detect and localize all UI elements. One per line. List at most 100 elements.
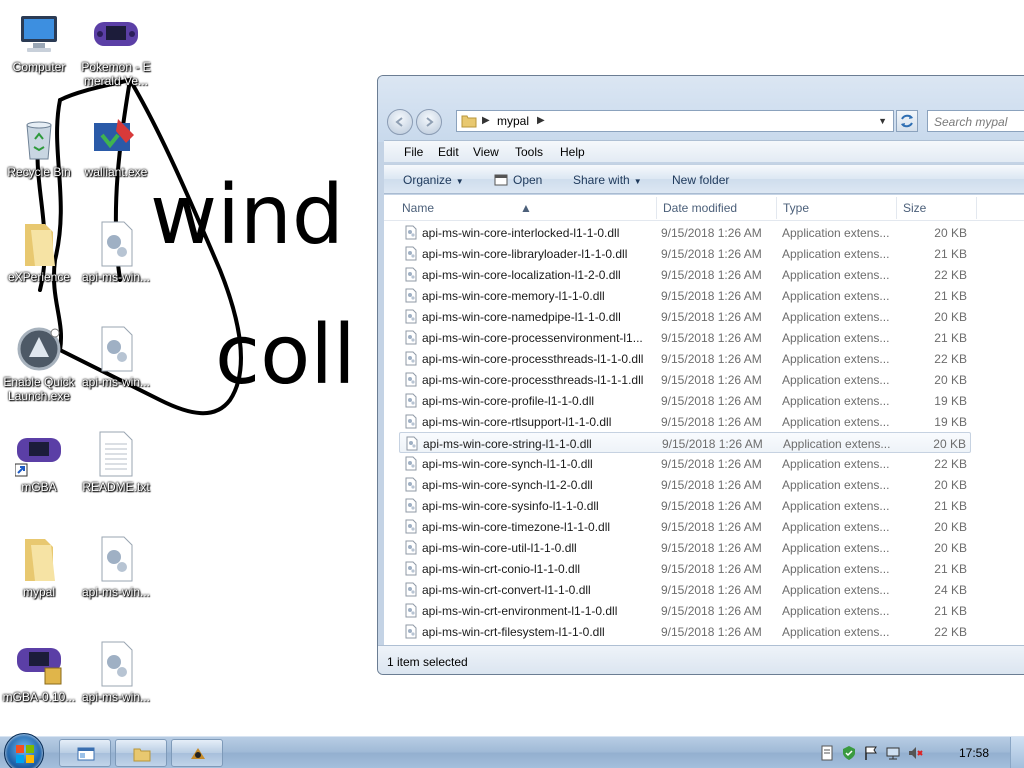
- table-row[interactable]: api-ms-win-core-memory-l1-1-0.dll 9/15/20…: [399, 285, 971, 306]
- table-row[interactable]: api-ms-win-core-processthreads-l1-1-1.dl…: [399, 369, 971, 390]
- open-button[interactable]: Open: [494, 173, 542, 187]
- table-row[interactable]: api-ms-win-core-util-l1-1-0.dll 9/15/2018…: [399, 537, 971, 558]
- desktop-icon-pokemon[interactable]: Pokemon - Emerald Ve...: [77, 10, 155, 88]
- desktop-icon-readme[interactable]: README.txt: [77, 430, 155, 494]
- menu-file[interactable]: File: [404, 145, 423, 159]
- computer-icon: [15, 10, 63, 58]
- table-row[interactable]: api-ms-win-crt-conio-l1-1-0.dll 9/15/2018…: [399, 558, 971, 579]
- taskbar-button-folder[interactable]: [115, 739, 167, 767]
- table-row[interactable]: api-ms-win-core-profile-l1-1-0.dll 9/15/2…: [399, 390, 971, 411]
- clipboard-tray-icon[interactable]: [819, 745, 835, 761]
- taskbar-clock[interactable]: 17:58: [959, 746, 989, 760]
- desktop-icon-computer[interactable]: Computer: [0, 10, 78, 74]
- table-row[interactable]: api-ms-win-core-sysinfo-l1-1-0.dll 9/15/2…: [399, 495, 971, 516]
- address-dropdown-icon[interactable]: ▼: [878, 116, 887, 126]
- table-row[interactable]: api-ms-win-core-interlocked-l1-1-0.dll 9/…: [399, 222, 971, 243]
- dll-file-icon: [405, 267, 417, 282]
- desktop-icon-mgba-archive[interactable]: mGBA-0.10...: [0, 640, 78, 704]
- table-row[interactable]: api-ms-win-core-string-l1-1-0.dll 9/15/20…: [399, 432, 971, 453]
- folder-icon: [15, 220, 63, 268]
- desktop-icon-label: Computer: [12, 60, 66, 74]
- back-button[interactable]: [387, 109, 413, 135]
- table-row[interactable]: api-ms-win-core-processenvironment-l1...…: [399, 327, 971, 348]
- breadcrumb-mypal[interactable]: mypal: [497, 114, 529, 128]
- table-row[interactable]: api-ms-win-crt-filesystem-l1-1-0.dll 9/15…: [399, 621, 971, 642]
- file-name-cell: api-ms-win-core-namedpipe-l1-1-0.dll: [422, 310, 621, 324]
- table-row[interactable]: api-ms-win-core-namedpipe-l1-1-0.dll 9/15…: [399, 306, 971, 327]
- table-row[interactable]: api-ms-win-core-synch-l1-1-0.dll 9/15/201…: [399, 453, 971, 474]
- table-row[interactable]: api-ms-win-crt-environment-l1-1-0.dll 9/1…: [399, 600, 971, 621]
- desktop-icon-api-ms-win-2[interactable]: api-ms-win...: [77, 325, 155, 389]
- back-arrow-icon: [395, 117, 403, 127]
- show-desktop-button[interactable]: [1010, 737, 1024, 768]
- share-with-button[interactable]: Share with ▼: [573, 173, 642, 187]
- column-header-date[interactable]: Date modified: [663, 201, 737, 215]
- desktop-icon-api-ms-win-3[interactable]: api-ms-win...: [77, 535, 155, 599]
- chevron-down-icon: ▼: [633, 177, 642, 186]
- desktop-icon-api-ms-win-4[interactable]: api-ms-win...: [77, 640, 155, 704]
- table-row[interactable]: api-ms-win-core-timezone-l1-1-0.dll 9/15/…: [399, 516, 971, 537]
- file-date-cell: 9/15/2018 1:26 AM: [661, 541, 762, 555]
- refresh-button[interactable]: [896, 110, 918, 132]
- desktop-icon-label: eXPerience: [7, 270, 71, 284]
- explorer-app-icon: [77, 747, 95, 761]
- volume-muted-icon[interactable]: [907, 745, 923, 761]
- desktop-icon-experience[interactable]: eXPerience: [0, 220, 78, 284]
- file-list[interactable]: ▲ Name Date modified Type Size api-ms-wi…: [384, 195, 1024, 645]
- column-header-size[interactable]: Size: [903, 201, 926, 215]
- file-size-cell: 22 KB: [934, 625, 967, 639]
- dll-file-icon: [405, 624, 417, 639]
- taskbar-button-explorer-app[interactable]: [59, 739, 111, 767]
- column-divider[interactable]: [896, 197, 897, 219]
- dll-file-icon: [92, 640, 140, 688]
- explorer-window[interactable]: ▶ mypal ▶ ▼ Search mypal File Edit View …: [377, 75, 1024, 675]
- menu-view[interactable]: View: [473, 145, 499, 159]
- breadcrumb-separator-icon[interactable]: ▶: [537, 115, 545, 126]
- table-row[interactable]: api-ms-win-core-localization-l1-2-0.dll 9…: [399, 264, 971, 285]
- column-header-type[interactable]: Type: [783, 201, 809, 215]
- file-name-cell: api-ms-win-crt-convert-l1-1-0.dll: [422, 583, 591, 597]
- file-date-cell: 9/15/2018 1:26 AM: [661, 478, 762, 492]
- column-divider[interactable]: [976, 197, 977, 219]
- desktop-icon-mgba[interactable]: mGBA: [0, 430, 78, 494]
- table-row[interactable]: api-ms-win-core-processthreads-l1-1-0.dl…: [399, 348, 971, 369]
- file-date-cell: 9/15/2018 1:26 AM: [661, 247, 762, 261]
- action-center-flag-icon[interactable]: [863, 745, 879, 761]
- column-divider[interactable]: [776, 197, 777, 219]
- table-row[interactable]: api-ms-win-core-libraryloader-l1-1-0.dll…: [399, 243, 971, 264]
- security-shield-icon[interactable]: [841, 745, 857, 761]
- network-icon[interactable]: [885, 745, 901, 761]
- desktop-icon-recycle-bin[interactable]: Recycle Bin: [0, 115, 78, 179]
- table-row[interactable]: api-ms-win-crt-convert-l1-1-0.dll 9/15/20…: [399, 579, 971, 600]
- table-row[interactable]: api-ms-win-core-synch-l1-2-0.dll 9/15/201…: [399, 474, 971, 495]
- desktop-icon-walliant[interactable]: walliant.exe: [77, 115, 155, 179]
- file-type-cell: Application extens...: [782, 331, 890, 345]
- desktop-icon-enable-quick-launch[interactable]: Enable Quick Launch.exe: [0, 325, 78, 403]
- file-date-cell: 9/15/2018 1:26 AM: [661, 457, 762, 471]
- desktop-icon-label: Recycle Bin: [7, 165, 71, 179]
- sort-ascending-icon: ▲: [520, 201, 532, 215]
- file-size-cell: 20 KB: [934, 541, 967, 555]
- start-button[interactable]: [4, 733, 44, 768]
- file-date-cell: 9/15/2018 1:26 AM: [661, 625, 762, 639]
- desktop-icon-mypal[interactable]: mypal: [0, 535, 78, 599]
- column-divider[interactable]: [656, 197, 657, 219]
- open-label: Open: [513, 173, 543, 187]
- menu-tools[interactable]: Tools: [515, 145, 543, 159]
- table-row[interactable]: api-ms-win-core-rtlsupport-l1-1-0.dll 9/1…: [399, 411, 971, 432]
- forward-button[interactable]: [416, 109, 442, 135]
- organize-button[interactable]: Organize ▼: [403, 173, 464, 187]
- organize-label: Organize: [403, 173, 452, 187]
- file-size-cell: 21 KB: [934, 604, 967, 618]
- taskbar-button-walliant[interactable]: [171, 739, 223, 767]
- column-header-name[interactable]: Name: [402, 201, 434, 215]
- new-folder-button[interactable]: New folder: [672, 173, 729, 187]
- desktop-icon-label: walliant.exe: [84, 165, 148, 179]
- search-input[interactable]: Search mypal: [927, 110, 1024, 132]
- desktop-icon-api-ms-win-1[interactable]: api-ms-win...: [77, 220, 155, 284]
- menu-edit[interactable]: Edit: [438, 145, 459, 159]
- file-name-cell: api-ms-win-core-localization-l1-2-0.dll: [422, 268, 621, 282]
- menu-help[interactable]: Help: [560, 145, 585, 159]
- address-bar[interactable]: ▶ mypal ▶ ▼: [456, 110, 894, 132]
- file-name-cell: api-ms-win-core-memory-l1-1-0.dll: [422, 289, 605, 303]
